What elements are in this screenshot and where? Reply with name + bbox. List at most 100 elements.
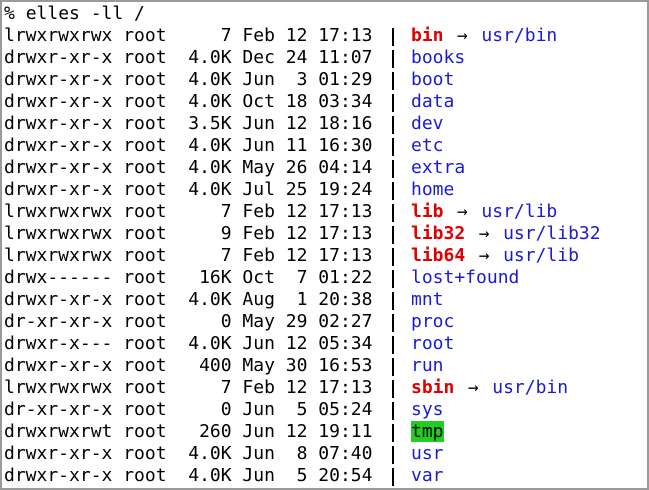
entry-name[interactable]: lost+found [411,267,519,289]
column-separator [392,380,394,398]
dir-name[interactable]: boot [411,69,454,90]
column-separator [392,72,394,90]
entry-details: drwxrwxrwt root 260 Jun 12 19:11 [4,421,373,442]
entry-details: drwxr-xr-x root 4.0K Aug 1 20:38 [4,289,373,310]
dir-name[interactable]: etc [411,135,444,156]
entry-details: drwxr-xr-x root 4.0K Oct 18 03:34 [4,91,373,112]
dir-name[interactable]: sys [411,399,444,420]
sticky-dir-name[interactable]: tmp [411,421,444,442]
entry-details: lrwxrwxrwx root 7 Feb 12 17:13 [4,377,373,398]
listing-row: drwxr-xr-x root 4.0K Jul 25 19:24 home [2,179,647,201]
dir-name[interactable]: books [411,47,465,68]
column-separator [392,248,394,266]
entry-name[interactable]: extra [411,157,465,179]
entry-name[interactable]: dev [411,113,444,135]
arrow-icon: → [467,223,501,244]
arrow-icon: → [467,245,501,266]
dir-name[interactable]: extra [411,157,465,178]
dir-name[interactable]: home [411,179,454,200]
entry-name[interactable]: mnt [411,289,444,311]
entry-details: drwxr-x--- root 4.0K Jun 12 05:34 [4,333,373,354]
entry-name[interactable]: root [411,333,454,355]
dir-name[interactable]: data [411,91,454,112]
symlink-name[interactable]: lib [411,201,444,222]
listing-row: drwxrwxrwt root 260 Jun 12 19:11 tmp [2,421,647,443]
entry-details: drwxr-xr-x root 4.0K May 26 04:14 [4,157,373,178]
entry-name[interactable]: tmp [411,421,444,443]
column-separator [392,292,394,310]
listing-row: drwxr-xr-x root 3.5K Jun 12 18:16 dev [2,113,647,135]
entry-name[interactable]: home [411,179,454,201]
column-separator [392,402,394,420]
entry-name[interactable]: lib → usr/lib [411,201,557,223]
entry-details: drwx------ root 16K Oct 7 01:22 [4,267,373,288]
dir-name[interactable]: var [411,465,444,486]
entry-name[interactable]: bin → usr/bin [411,25,557,47]
entry-name[interactable]: boot [411,69,454,91]
listing-row: drwxr-xr-x root 4.0K May 26 04:14 extra [2,157,647,179]
command-text: elles -ll / [25,3,145,24]
listing-row: lrwxrwxrwx root 9 Feb 12 17:13 lib32 → us… [2,223,647,245]
symlink-name[interactable]: bin [411,25,444,46]
listing-row: drwx------ root 16K Oct 7 01:22 lost+foun… [2,267,647,289]
entry-details: dr-xr-xr-x root 0 May 29 02:27 [4,311,373,332]
dir-name[interactable]: usr [411,443,444,464]
symlink-target[interactable]: usr/lib [481,201,557,222]
entry-name[interactable]: lib32 → usr/lib32 [411,223,601,245]
arrow-icon: → [446,201,479,222]
column-separator [392,336,394,354]
listing-row: dr-xr-xr-x root 0 May 29 02:27 proc [2,311,647,333]
listing-row: drwxr-xr-x root 400 May 30 16:53 run [2,355,647,377]
symlink-name[interactable]: sbin [411,377,454,398]
dir-name[interactable]: root [411,333,454,354]
dir-name[interactable]: dev [411,113,444,134]
entry-details: drwxr-xr-x root 4.0K Jun 5 20:54 [4,465,373,486]
listing-row: drwxr-xr-x root 4.0K Oct 18 03:34 data [2,91,647,113]
listing: lrwxrwxrwx root 7 Feb 12 17:13 bin → usr/… [2,25,647,487]
entry-name[interactable]: sbin → usr/bin [411,377,568,399]
entry-name[interactable]: books [411,47,465,69]
symlink-name[interactable]: lib64 [411,245,465,266]
symlink-target[interactable]: usr/lib [503,245,579,266]
entry-name[interactable]: lib64 → usr/lib [411,245,579,267]
entry-name[interactable]: proc [411,311,454,333]
dir-name[interactable]: mnt [411,289,444,310]
column-separator [392,314,394,332]
dir-name[interactable]: proc [411,311,454,332]
symlink-target[interactable]: usr/bin [492,377,568,398]
entry-details: lrwxrwxrwx root 9 Feb 12 17:13 [4,223,373,244]
listing-row: drwxr-xr-x root 4.0K Jun 8 07:40 usr [2,443,647,465]
entry-name[interactable]: sys [411,399,444,421]
column-separator [392,116,394,134]
column-separator [392,358,394,376]
command-line: % elles -ll / [4,3,145,25]
column-separator [392,182,394,200]
symlink-target[interactable]: usr/bin [481,25,557,46]
listing-row: drwxr-xr-x root 4.0K Jun 3 01:29 boot [2,69,647,91]
dir-name[interactable]: run [411,355,444,376]
entry-details: lrwxrwxrwx root 7 Feb 12 17:13 [4,201,373,222]
dir-name[interactable]: lost+found [411,267,519,288]
symlink-name[interactable]: lib32 [411,223,465,244]
listing-row: lrwxrwxrwx root 7 Feb 12 17:13 sbin → usr… [2,377,647,399]
column-separator [392,94,394,112]
entry-name[interactable]: run [411,355,444,377]
listing-row: lrwxrwxrwx root 7 Feb 12 17:13 lib64 → us… [2,245,647,267]
entry-details: drwxr-xr-x root 4.0K Jun 11 16:30 [4,135,373,156]
terminal-window[interactable]: % elles -ll / lrwxrwxrwx root 7 Feb 12 1… [0,0,649,490]
arrow-icon: → [457,377,490,398]
arrow-icon: → [446,25,479,46]
entry-details: dr-xr-xr-x root 0 Jun 5 05:24 [4,399,373,420]
column-separator [392,226,394,244]
listing-row: drwxr-xr-x root 4.0K Jun 5 20:54 var [2,465,647,487]
prompt-symbol: % [4,3,15,24]
column-separator [392,468,394,486]
entry-name[interactable]: data [411,91,454,113]
entry-name[interactable]: var [411,465,444,487]
listing-row: drwxr-x--- root 4.0K Jun 12 05:34 root [2,333,647,355]
column-separator [392,138,394,156]
entry-name[interactable]: usr [411,443,444,465]
entry-name[interactable]: etc [411,135,444,157]
symlink-target[interactable]: usr/lib32 [503,223,601,244]
listing-row: drwxr-xr-x root 4.0K Dec 24 11:07 books [2,47,647,69]
